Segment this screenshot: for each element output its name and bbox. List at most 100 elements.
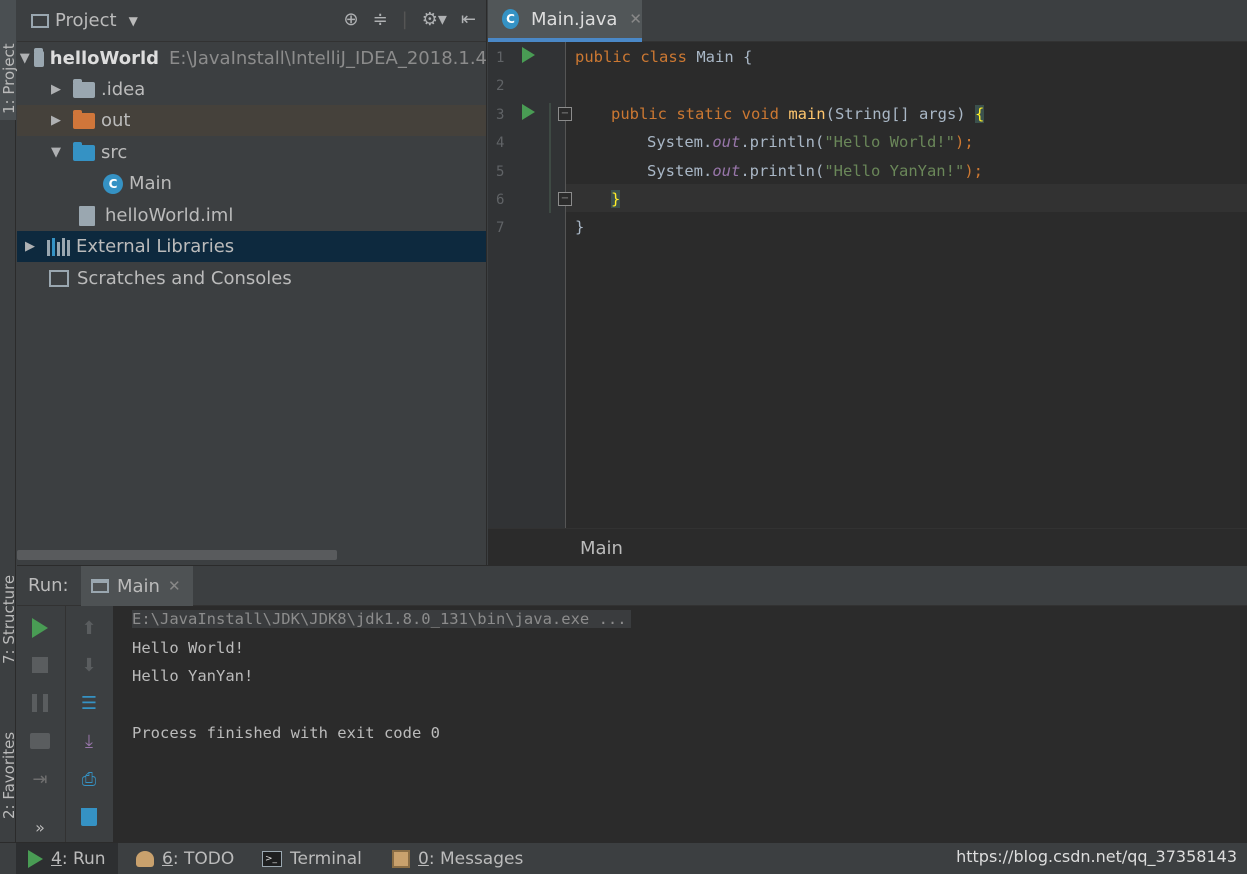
code-line-3[interactable]: public static void main(String[] args) { xyxy=(611,105,985,123)
tree-item-helloworld[interactable]: ▼ helloWorld E:\JavaInstall\IntelliJ_IDE… xyxy=(17,43,487,74)
run-class-icon[interactable] xyxy=(522,47,535,63)
console-output[interactable]: E:\JavaInstall\JDK\JDK8\jdk1.8.0_131\bin… xyxy=(113,606,1247,843)
breadcrumb[interactable]: Main xyxy=(580,538,623,559)
soft-wrap-icon: ☰ xyxy=(80,692,98,714)
side-tab-structure-label: 7: Structure xyxy=(0,574,18,664)
run-panel-label: Run: xyxy=(28,575,69,596)
dump-threads-button[interactable] xyxy=(28,729,52,753)
down-button[interactable]: ⬇ xyxy=(77,653,101,677)
tree-item-label: helloWorld.iml xyxy=(105,205,234,226)
module-folder-icon xyxy=(33,47,44,67)
close-icon[interactable]: ✕ xyxy=(168,577,181,595)
hide-panel-icon[interactable]: ⇤ xyxy=(461,9,476,30)
locate-icon[interactable]: ⊕ xyxy=(343,9,358,30)
scroll-to-end-icon: ⤓ xyxy=(85,730,93,752)
code-line-5[interactable]: System.out.println("Hello YanYan!"); xyxy=(647,162,983,180)
run-tab-label: Main xyxy=(117,575,160,597)
chevron-right-icon[interactable]: ▶ xyxy=(49,82,63,97)
project-view-icon xyxy=(31,13,49,28)
tree-item-scratches[interactable]: Scratches and Consoles xyxy=(17,263,486,294)
clear-all-button[interactable] xyxy=(77,805,101,829)
breadcrumb-bar: Main xyxy=(488,528,1247,565)
code-line-1[interactable]: public class Main { xyxy=(575,48,752,66)
more-tools-button[interactable]: » xyxy=(28,815,52,839)
fold-collapse-icon[interactable]: − xyxy=(558,107,572,121)
up-button[interactable]: ⬆ xyxy=(77,616,101,640)
tree-item-idea[interactable]: ▶ .idea xyxy=(17,74,486,105)
tree-item-out[interactable]: ▶ out xyxy=(17,105,486,136)
tree-item-label: out xyxy=(101,110,131,131)
watermark-url: https://blog.csdn.net/qq_37358143 xyxy=(956,847,1237,866)
code-line-7[interactable]: } xyxy=(575,218,584,236)
folder-icon xyxy=(73,78,95,98)
side-tab-favorites[interactable]: 2: Favorites xyxy=(0,705,18,825)
tool-window-messages[interactable]: 0: Messages xyxy=(380,843,535,874)
project-panel-header: Project ▼ ⊕ ≑ | ⚙▾ ⇤ xyxy=(17,0,486,42)
side-tab-project[interactable]: 1: Project xyxy=(0,0,18,120)
console-icon xyxy=(91,579,109,593)
run-main-icon[interactable] xyxy=(522,104,535,120)
stop-icon xyxy=(32,657,48,673)
line-number: 1 xyxy=(496,50,505,66)
editor-tab-bar: C Main.java ✕ xyxy=(488,0,1247,42)
code-line-6[interactable]: } xyxy=(611,190,621,208)
side-tab-project-label: 1: Project xyxy=(0,43,18,114)
code-method: main xyxy=(788,105,826,123)
side-tab-structure[interactable]: 7: Structure xyxy=(0,560,18,670)
tree-item-label: External Libraries xyxy=(76,236,235,257)
arrow-up-icon: ⬆ xyxy=(81,617,97,639)
side-tab-favorites-label: 2: Favorites xyxy=(0,731,18,819)
tool-window-run-label: 4: Run xyxy=(51,849,106,869)
code-text: System. xyxy=(647,133,713,151)
project-view-selector[interactable]: Project ▼ xyxy=(31,10,138,31)
tree-item-main[interactable]: C Main xyxy=(17,168,486,199)
project-panel: Project ▼ ⊕ ≑ | ⚙▾ ⇤ ▼ helloWorld E:\Jav… xyxy=(17,0,487,565)
chevron-down-icon[interactable]: ▼ xyxy=(20,51,30,66)
run-tab-main[interactable]: Main ✕ xyxy=(81,566,193,606)
scratches-icon xyxy=(49,270,69,287)
tool-window-messages-label: 0: Messages xyxy=(418,849,523,869)
print-button[interactable]: ⎙ xyxy=(77,767,101,791)
code-string: "Hello World!" xyxy=(824,133,955,151)
messages-icon xyxy=(392,850,410,868)
tree-item-src[interactable]: ▼ src xyxy=(17,137,486,168)
tree-item-external-libraries[interactable]: ▶ External Libraries xyxy=(17,231,486,262)
tree-item-path: E:\JavaInstall\IntelliJ_IDEA_2018.1.4 xyxy=(169,48,487,69)
play-icon xyxy=(32,618,48,638)
soft-wrap-button[interactable]: ☰ xyxy=(77,691,101,715)
tree-item-iml[interactable]: helloWorld.iml xyxy=(17,200,486,231)
mnemonic: 6 xyxy=(162,849,173,869)
gear-icon[interactable]: ⚙▾ xyxy=(422,9,447,30)
rerun-button[interactable] xyxy=(28,616,52,640)
close-icon[interactable]: ✕ xyxy=(629,10,642,28)
collapse-all-icon[interactable]: ≑ xyxy=(373,9,388,30)
tool-window-todo-label: 6: TODO xyxy=(162,849,234,869)
tree-item-label: helloWorld xyxy=(49,48,160,69)
code-line-4[interactable]: System.out.println("Hello World!"); xyxy=(647,133,974,151)
tree-item-label: Main xyxy=(129,173,172,194)
chevron-down-icon[interactable]: ▼ xyxy=(49,145,63,160)
line-number: 5 xyxy=(496,164,505,180)
exit-button[interactable]: ⇥ xyxy=(28,767,52,791)
chevron-right-icon[interactable]: ▶ xyxy=(49,113,63,128)
horizontal-scrollbar[interactable] xyxy=(17,550,337,560)
tool-window-terminal-label: Terminal xyxy=(290,849,362,869)
code-text: } xyxy=(575,218,585,236)
label-text: : TODO xyxy=(172,849,235,869)
excluded-folder-icon xyxy=(73,109,95,129)
console-line: Hello YanYan! xyxy=(132,667,254,685)
pause-button[interactable] xyxy=(28,691,52,715)
iml-file-icon xyxy=(79,205,95,226)
trash-icon xyxy=(81,808,97,826)
stop-button[interactable] xyxy=(28,653,52,677)
fold-end-icon[interactable]: − xyxy=(558,192,572,206)
print-icon: ⎙ xyxy=(81,768,97,790)
tool-window-run[interactable]: 4: Run xyxy=(16,843,118,874)
code-brace-highlight: } xyxy=(611,190,621,208)
tool-window-terminal[interactable]: >_ Terminal xyxy=(250,843,374,874)
chevron-right-icon[interactable]: ▶ xyxy=(23,239,37,254)
tab-main-java[interactable]: C Main.java ✕ xyxy=(488,0,642,42)
play-icon xyxy=(28,850,43,868)
scroll-to-end-button[interactable]: ⤓ xyxy=(77,729,101,753)
tool-window-todo[interactable]: 6: TODO xyxy=(124,843,246,874)
